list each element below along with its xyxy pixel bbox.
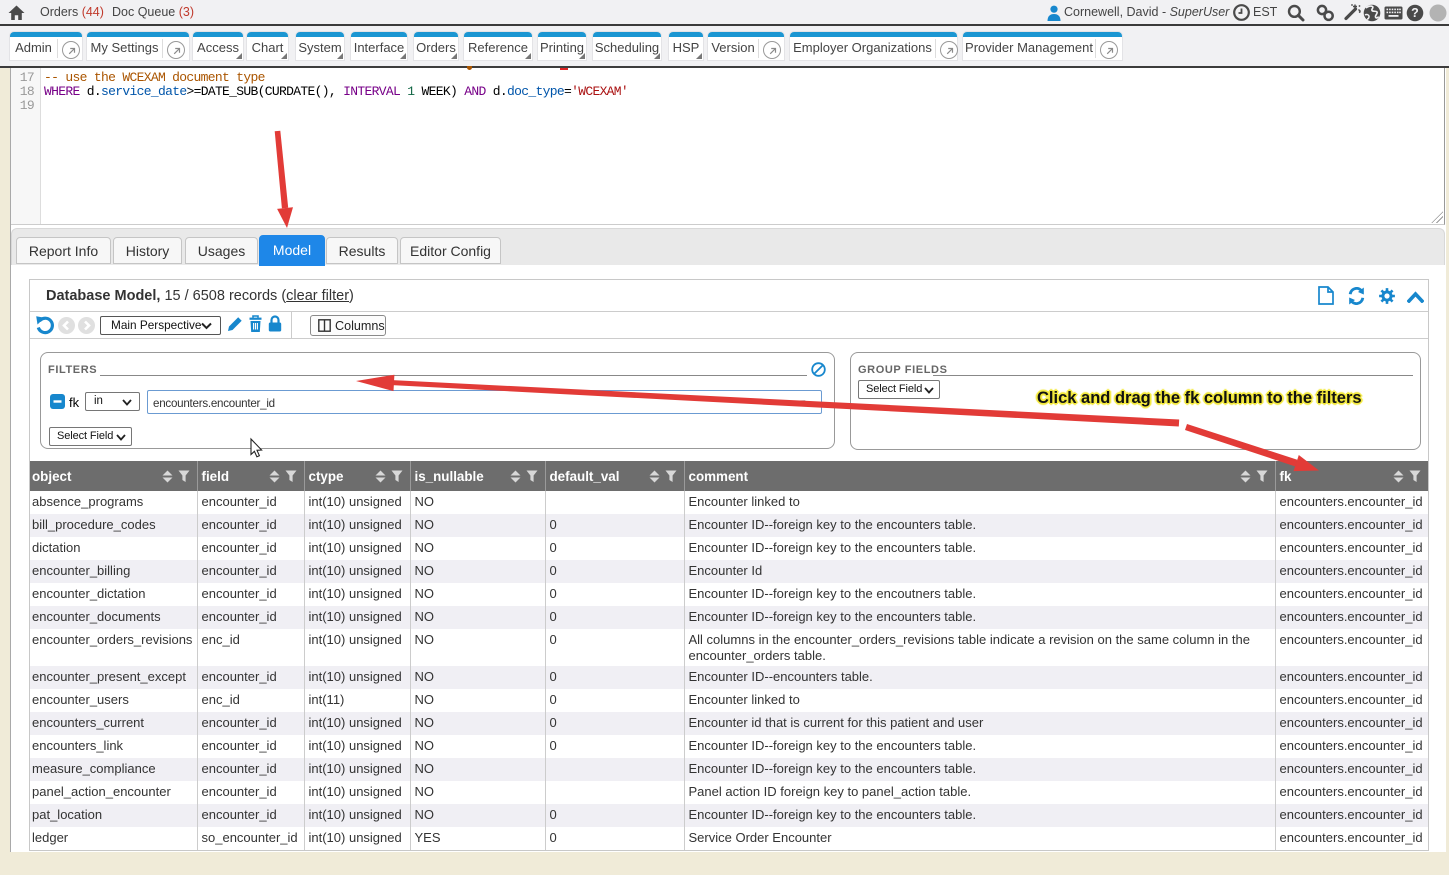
svg-text:?: ? bbox=[1411, 6, 1419, 20]
